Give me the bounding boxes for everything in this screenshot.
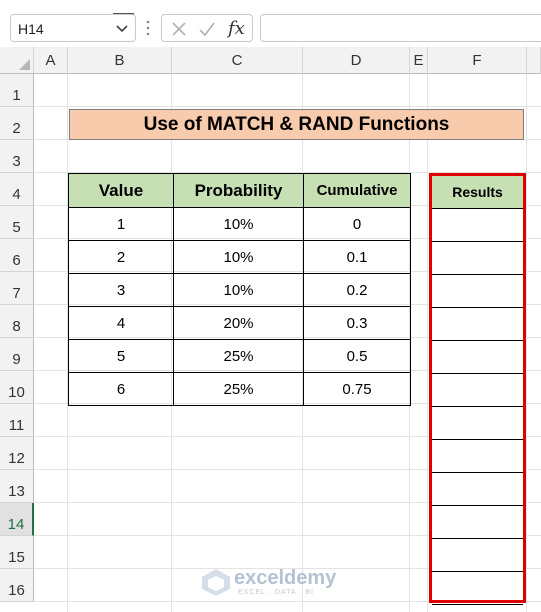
probability-table: Value Probability Cumulative 1 10% 0 2 10% 0.… — [68, 173, 411, 406]
table-cell[interactable]: 0 — [303, 207, 411, 241]
result-cell-border — [432, 439, 523, 440]
result-cell-border — [432, 373, 523, 374]
formula-bar: H14 fx — [0, 0, 541, 46]
results-header[interactable]: Results — [432, 176, 523, 209]
name-box[interactable]: H14 — [10, 14, 136, 42]
result-cell-border — [432, 340, 523, 341]
table-cell[interactable]: 3 — [68, 273, 174, 307]
result-cell-border — [432, 241, 523, 242]
header-probability[interactable]: Probability — [173, 173, 304, 208]
gridline-horizontal — [34, 106, 541, 107]
table-cell[interactable]: 6 — [68, 372, 174, 406]
row-header-16[interactable]: 16 — [0, 569, 34, 602]
table-cell[interactable]: 10% — [173, 240, 304, 274]
header-cumulative[interactable]: Cumulative — [303, 173, 411, 208]
enter-check-icon[interactable] — [198, 20, 216, 38]
table-cell[interactable]: 0.3 — [303, 306, 411, 340]
watermark-name: exceldemy — [234, 567, 337, 589]
table-cell[interactable]: 10% — [173, 273, 304, 307]
chevron-down-icon[interactable] — [115, 21, 129, 35]
result-cell-border — [432, 505, 523, 506]
row-header-4[interactable]: 4 — [0, 173, 34, 206]
header-value[interactable]: Value — [68, 173, 174, 208]
table-cell[interactable]: 5 — [68, 339, 174, 373]
row-header-5[interactable]: 5 — [0, 206, 34, 239]
column-header-e[interactable]: E — [410, 47, 428, 74]
result-cell-border — [432, 538, 523, 539]
row-header-1[interactable]: 1 — [0, 74, 34, 107]
column-header-f[interactable]: F — [428, 47, 527, 74]
table-row: 6 25% 0.75 — [68, 372, 411, 406]
row-header-12[interactable]: 12 — [0, 437, 34, 470]
table-cell[interactable]: 1 — [68, 207, 174, 241]
result-cell-border — [432, 406, 523, 407]
table-row: 2 10% 0.1 — [68, 240, 411, 274]
row-header-13[interactable]: 13 — [0, 470, 34, 503]
result-cell-border — [432, 274, 523, 275]
table-cell[interactable]: 25% — [173, 372, 304, 406]
insert-function-icon[interactable]: fx — [228, 18, 245, 39]
table-cell[interactable]: 0.5 — [303, 339, 411, 373]
table-cell[interactable]: 20% — [173, 306, 304, 340]
cancel-icon[interactable] — [170, 20, 188, 38]
row-header-11[interactable]: 11 — [0, 404, 34, 437]
column-header-d[interactable]: D — [303, 47, 410, 74]
formula-input[interactable] — [260, 14, 541, 42]
table-cell[interactable]: 0.75 — [303, 372, 411, 406]
select-all-corner[interactable] — [0, 47, 34, 74]
results-range[interactable]: Results — [429, 173, 526, 605]
exceldemy-logo-icon — [202, 569, 230, 596]
row-header-10[interactable]: 10 — [0, 371, 34, 404]
column-header-b[interactable]: B — [68, 47, 172, 74]
row-header-14[interactable]: 14 — [0, 503, 34, 536]
row-header-7[interactable]: 7 — [0, 272, 34, 305]
table-cell[interactable]: 0.1 — [303, 240, 411, 274]
table-header-row: Value Probability Cumulative — [68, 173, 411, 208]
result-cell-border — [432, 307, 523, 308]
gridline-vertical — [427, 74, 428, 612]
column-header-c[interactable]: C — [172, 47, 303, 74]
more-vertical-icon — [146, 20, 150, 36]
formula-controls: fx — [161, 14, 253, 42]
watermark-logo: exceldemy EXCEL · DATA · BI — [200, 565, 345, 601]
table-cell[interactable]: 2 — [68, 240, 174, 274]
sheet-title[interactable]: Use of MATCH & RAND Functions — [69, 109, 524, 140]
table-cell[interactable]: 4 — [68, 306, 174, 340]
table-row: 1 10% 0 — [68, 207, 411, 241]
select-all-icon — [19, 59, 30, 70]
row-header-15[interactable]: 15 — [0, 536, 34, 569]
gridline-vertical — [526, 74, 527, 612]
column-header-a[interactable]: A — [34, 47, 68, 74]
result-cell-border — [432, 571, 523, 572]
table-row: 3 10% 0.2 — [68, 273, 411, 307]
row-header-6[interactable]: 6 — [0, 239, 34, 272]
table-cell[interactable]: 10% — [173, 207, 304, 241]
row-header-9[interactable]: 9 — [0, 338, 34, 371]
table-row: 4 20% 0.3 — [68, 306, 411, 340]
watermark-tagline: EXCEL · DATA · BI — [238, 589, 314, 596]
name-box-value: H14 — [18, 21, 44, 37]
row-header-3[interactable]: 3 — [0, 140, 34, 173]
row-header-2[interactable]: 2 — [0, 107, 34, 140]
column-header-overflow — [527, 47, 541, 74]
table-cell[interactable]: 25% — [173, 339, 304, 373]
result-cell-border — [432, 472, 523, 473]
result-cell-border — [432, 604, 523, 605]
table-cell[interactable]: 0.2 — [303, 273, 411, 307]
table-row: 5 25% 0.5 — [68, 339, 411, 373]
row-header-8[interactable]: 8 — [0, 305, 34, 338]
